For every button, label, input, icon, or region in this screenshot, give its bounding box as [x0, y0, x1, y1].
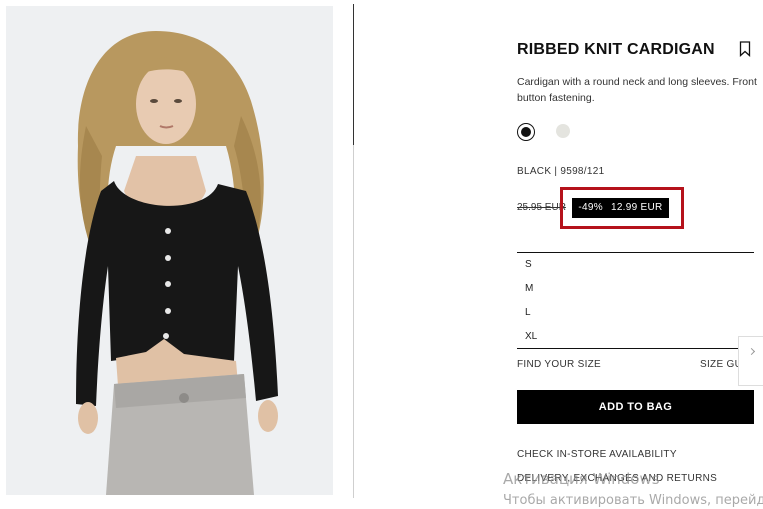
- size-option-xl[interactable]: XL: [525, 331, 537, 342]
- product-description: Cardigan with a round neck and long slee…: [517, 76, 757, 104]
- side-panel-tab[interactable]: [738, 336, 763, 386]
- size-list-bottom-rule: [517, 348, 754, 349]
- product-image[interactable]: [6, 6, 333, 495]
- color-swatch-white[interactable]: [556, 124, 570, 138]
- windows-activation-watermark-text: Чтобы активировать Windows, перейдите: [503, 493, 763, 508]
- find-your-size-link[interactable]: FIND YOUR SIZE: [517, 359, 601, 370]
- size-option-m[interactable]: M: [525, 283, 533, 294]
- color-swatch-black[interactable]: [517, 123, 535, 141]
- size-guide-link[interactable]: SIZE GUIDE: [700, 359, 740, 370]
- size-option-l[interactable]: L: [525, 307, 531, 318]
- check-store-link[interactable]: CHECK IN-STORE AVAILABILITY: [517, 449, 677, 460]
- size-list-top-rule: [517, 252, 754, 253]
- color-reference: BLACK | 9598/121: [517, 166, 605, 177]
- windows-activation-watermark-title: Активация Windows: [503, 470, 660, 488]
- size-option-s[interactable]: S: [525, 259, 532, 270]
- add-to-bag-button[interactable]: ADD TO BAG: [517, 390, 754, 424]
- scroll-indicator: [353, 4, 354, 145]
- bookmark-icon[interactable]: [739, 41, 751, 57]
- old-price: 25.95 EUR: [517, 202, 566, 213]
- model-illustration: [6, 6, 333, 495]
- product-title: RIBBED KNIT CARDIGAN: [517, 41, 715, 58]
- price-highlight-box: [560, 187, 684, 229]
